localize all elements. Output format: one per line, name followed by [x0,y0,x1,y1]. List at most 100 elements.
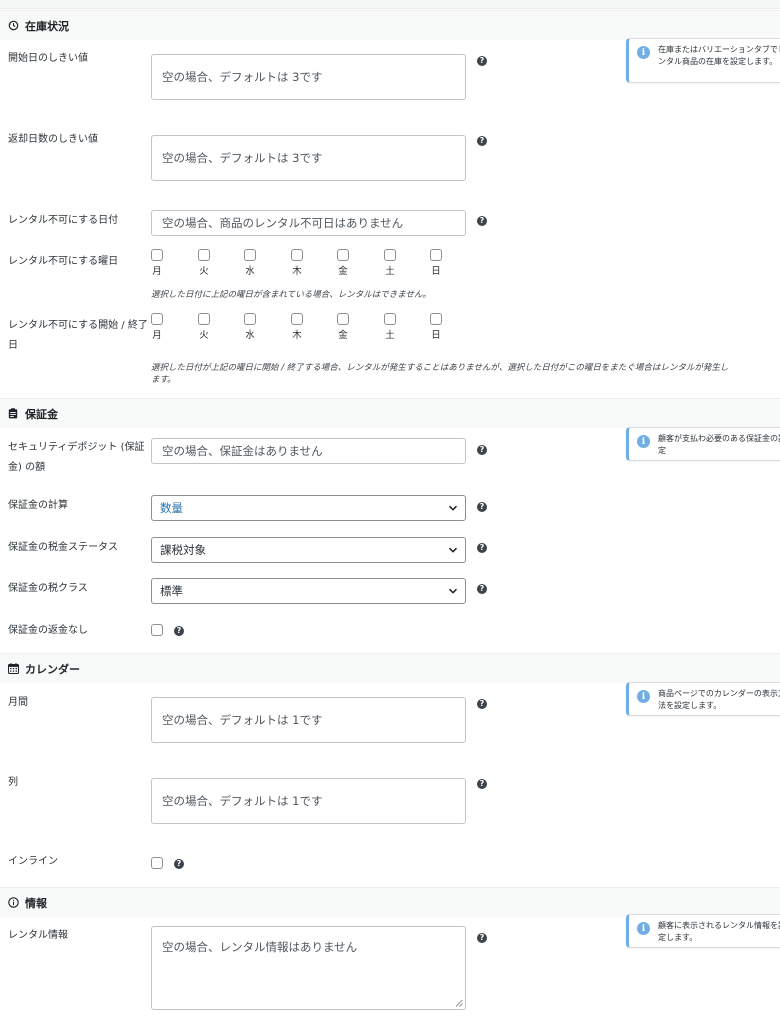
notice-text: 顧客に表示されるレンタル情報を設定します。 [658,921,780,942]
help-icon[interactable]: ? [477,502,487,512]
weekday-label: 火 [199,266,209,277]
weekday-checkbox[interactable] [337,313,349,325]
weekday-label: 日 [431,330,441,341]
weekday-checkbox[interactable] [198,313,210,325]
unavailable-dates-label: レンタル不可にする日付 [8,215,119,226]
resize-handle-icon[interactable] [455,999,463,1007]
unavailable-start-end-label-cont: 日 [8,340,18,351]
weekday-label: 金 [338,330,348,341]
deposit-tax-status-select[interactable]: 課税対象 [151,537,466,563]
weekday-label: 土 [385,330,395,341]
clipboard-icon [6,407,20,421]
weekday-label: 土 [385,266,395,277]
inventory-notice: i 在庫またはバリエーションタブでレンタル商品の在庫を設定します。 [626,38,780,83]
help-icon[interactable]: ? [174,626,184,636]
weekdays-description: 選択した日付に上記の曜日が含まれている場合、レンタルはできません。 [151,290,431,300]
weekday-checkbox[interactable] [384,249,396,261]
info-icon: i [637,922,650,935]
help-icon[interactable]: ? [477,933,487,943]
chevron-down-icon [448,505,458,511]
deposit-no-refund-checkbox[interactable] [151,624,163,636]
calendar-columns-label: 列 [8,777,18,788]
help-icon[interactable]: ? [477,136,487,146]
help-icon[interactable]: ? [477,699,487,709]
rental-info-textarea[interactable]: 空の場合、レンタル情報はありません [151,926,466,1010]
unavailable-weekdays-label: レンタル不可にする曜日 [8,256,119,267]
rental-info-label: レンタル情報 [8,930,68,941]
section-title: 在庫状況 [25,19,69,33]
section-header-deposit: 保証金 [0,398,780,428]
weekday-label: 月 [152,266,162,277]
weekday-label: 火 [199,330,209,341]
unavailable-dates-input[interactable]: 空の場合、商品のレンタル不可日はありません [151,210,466,236]
weekday-label: 金 [338,266,348,277]
help-icon[interactable]: ? [477,216,487,226]
deposit-no-refund-label: 保証金の返金なし [8,625,88,636]
deposit-calculation-select[interactable]: 数量 [151,495,466,521]
deposit-amount-label-cont: 金) の額 [8,462,46,473]
weekday-checkbox[interactable] [384,313,396,325]
calendar-columns-input[interactable]: 空の場合、デフォルトは 1です [151,778,466,824]
start-end-description-cont: ます。 [151,375,176,385]
deposit-calculation-label: 保証金の計算 [8,500,68,511]
section-header-info: 情報 [0,887,780,917]
start-threshold-input[interactable]: 空の場合、デフォルトは 3です [151,54,466,100]
help-icon[interactable]: ? [174,859,184,869]
help-icon[interactable]: ? [477,779,487,789]
info-circle-icon [6,896,20,910]
weekday-label: 水 [245,330,255,341]
section-title: カレンダー [25,662,80,676]
unavailable-start-end-label: レンタル不可にする開始 / 終了 [8,320,148,331]
weekday-checkbox[interactable] [244,313,256,325]
chevron-down-icon [448,547,458,553]
weekday-checkbox[interactable] [244,249,256,261]
help-icon[interactable]: ? [477,584,487,594]
weekday-checkbox[interactable] [198,249,210,261]
deposit-amount-input[interactable]: 空の場合、保証金はありません [151,438,466,464]
weekday-checkbox[interactable] [151,249,163,261]
weekday-label: 月 [152,330,162,341]
weekday-label: 木 [292,266,302,277]
info-icon: i [637,46,650,59]
history-icon [6,19,20,33]
return-threshold-label: 返却日数のしきい値 [8,134,98,145]
weekday-label: 木 [292,330,302,341]
calendar-months-input[interactable]: 空の場合、デフォルトは 1です [151,697,466,743]
notice-text: 商品ページでのカレンダーの表示方法を設定します。 [658,689,780,710]
top-divider [0,0,780,9]
weekday-label: 水 [245,266,255,277]
select-value: 課税対象 [160,543,206,557]
weekday-checkbox[interactable] [430,313,442,325]
calendar-notice: i 商品ページでのカレンダーの表示方法を設定します。 [626,682,780,716]
select-value: 標準 [160,584,183,598]
section-header-calendar: カレンダー [0,653,780,683]
section-header-inventory: 在庫状況 [0,10,780,40]
return-threshold-input[interactable]: 空の場合、デフォルトは 3です [151,135,466,181]
start-end-description: 選択した日付が上記の曜日に開始 / 終了する場合、レンタルが発生することはありま… [151,363,729,373]
weekday-checkbox[interactable] [291,249,303,261]
deposit-tax-class-label: 保証金の税クラス [8,583,88,594]
chevron-down-icon [448,588,458,594]
calendar-inline-label: インライン [8,856,58,867]
weekday-checkbox[interactable] [151,313,163,325]
notice-text: 在庫またはバリエーションタブでレンタル商品の在庫を設定します。 [658,45,780,66]
info-notice: i 顧客に表示されるレンタル情報を設定します。 [626,914,780,948]
deposit-amount-label: セキュリティデポジット (保証 [8,442,145,453]
weekday-label: 日 [431,266,441,277]
deposit-tax-class-select[interactable]: 標準 [151,578,466,604]
calendar-icon [6,662,20,676]
info-icon: i [637,690,650,703]
deposit-notice: i 顧客が支払わ必要のある保証金の設定 [626,427,780,461]
weekday-checkbox[interactable] [337,249,349,261]
calendar-inline-checkbox[interactable] [151,857,163,869]
weekday-checkbox[interactable] [291,313,303,325]
help-icon[interactable]: ? [477,56,487,66]
textarea-placeholder: 空の場合、レンタル情報はありません [162,940,358,954]
weekday-checkbox[interactable] [430,249,442,261]
help-icon[interactable]: ? [477,543,487,553]
select-value: 数量 [160,501,183,515]
notice-text: 顧客が支払わ必要のある保証金の設定 [658,434,780,455]
section-title: 保証金 [25,407,58,421]
help-icon[interactable]: ? [477,445,487,455]
start-threshold-label: 開始日のしきい値 [8,53,88,64]
